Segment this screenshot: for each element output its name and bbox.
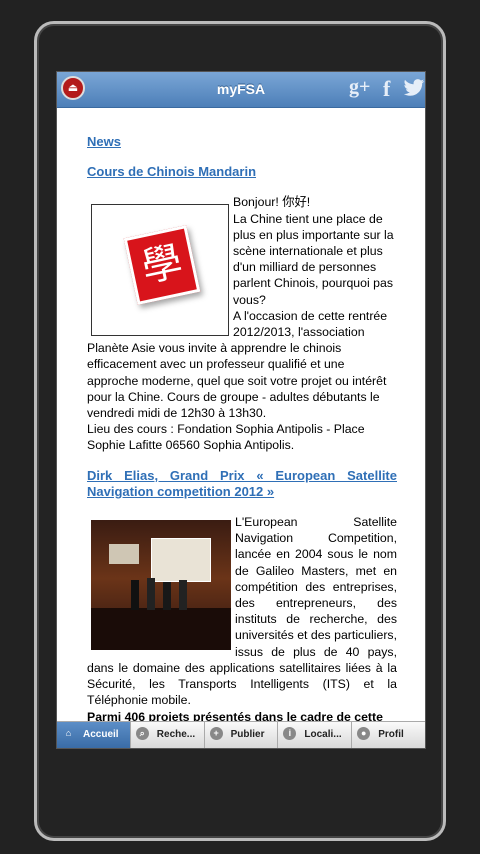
article1-image[interactable]: 學 xyxy=(91,204,229,337)
tab-publier[interactable]: + Publier xyxy=(205,722,279,748)
article2-image[interactable] xyxy=(91,520,231,651)
tab-recherche[interactable]: ⌕ Reche... xyxy=(131,722,205,748)
chinese-character-icon: 學 xyxy=(123,225,201,306)
info-icon: i xyxy=(283,727,297,740)
search-icon: ⌕ xyxy=(135,727,149,740)
facebook-icon[interactable]: f xyxy=(383,76,390,102)
news-content: News Cours de Chinois Mandarin 學 Bonjour… xyxy=(87,134,397,725)
twitter-icon[interactable] xyxy=(403,78,425,103)
home-icon: ⌂ xyxy=(65,728,72,738)
article2-title-link[interactable]: Dirk Elias, Grand Prix « European Satell… xyxy=(87,468,397,500)
news-heading-link[interactable]: News xyxy=(87,134,397,150)
app-screen: ⏏ myFSA g+ f News Cours de Chinois Manda… xyxy=(56,71,426,749)
google-plus-icon[interactable]: g+ xyxy=(349,76,370,99)
plus-icon: + xyxy=(209,727,223,740)
tab-profil[interactable]: ● Profil xyxy=(352,722,425,748)
article1: 學 Bonjour! 你好! La Chine tient une place … xyxy=(87,194,397,453)
article2: L'European Satellite Navigation Competit… xyxy=(87,514,397,725)
user-icon: ● xyxy=(357,727,371,740)
top-bar: ⏏ myFSA g+ f xyxy=(57,72,425,108)
article1-title-link[interactable]: Cours de Chinois Mandarin xyxy=(87,164,397,180)
tab-localisation[interactable]: i Locali... xyxy=(278,722,353,748)
tab-accueil[interactable]: ⌂ Accueil xyxy=(57,722,131,748)
bottom-tab-bar: ⌂ Accueil ⌕ Reche... + Publier i Locali.… xyxy=(57,721,425,748)
